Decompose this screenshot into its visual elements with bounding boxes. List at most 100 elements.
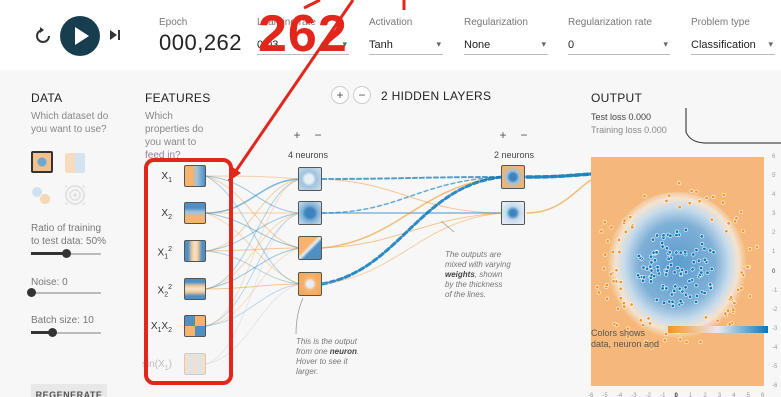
data-point xyxy=(678,250,683,255)
data-point xyxy=(664,198,669,203)
data-point xyxy=(609,225,614,230)
data-point xyxy=(696,258,701,263)
data-point xyxy=(708,282,713,287)
data-point xyxy=(608,272,613,277)
data-point xyxy=(672,270,677,275)
data-point xyxy=(697,199,702,204)
data-point xyxy=(711,250,716,255)
data-point xyxy=(660,244,665,249)
data-point xyxy=(614,323,619,328)
remove-neuron-layer1-button[interactable]: − xyxy=(309,127,327,145)
y-tick-label: 5 xyxy=(772,173,776,180)
x-tick-label: -5 xyxy=(602,393,608,397)
data-point xyxy=(667,250,672,255)
neuron-l2-2[interactable] xyxy=(501,201,525,225)
data-point xyxy=(649,254,654,259)
data-point xyxy=(729,295,734,300)
neuron-l1-4[interactable] xyxy=(298,272,322,296)
data-point xyxy=(641,265,646,270)
outputs-note: The outputs are mixed with varying weigh… xyxy=(445,250,511,299)
color-legend-bar xyxy=(668,326,768,333)
data-point xyxy=(672,288,677,293)
x-tick-label: 2 xyxy=(703,393,707,397)
add-layer-button[interactable]: + xyxy=(331,86,349,104)
data-point xyxy=(655,233,660,238)
layer1-neuron-count: 4 neurons xyxy=(288,150,329,160)
neuron-l1-3[interactable] xyxy=(298,236,322,260)
data-point xyxy=(739,286,744,291)
data-point xyxy=(660,286,665,291)
data-point xyxy=(680,289,685,294)
annotation-box xyxy=(144,158,233,385)
data-point xyxy=(709,266,714,271)
data-point xyxy=(698,266,703,271)
add-neuron-layer1-button[interactable]: + xyxy=(288,127,306,145)
data-point xyxy=(739,209,744,214)
data-point xyxy=(724,229,729,234)
data-point xyxy=(614,268,619,273)
neuron-l1-1[interactable] xyxy=(298,167,322,191)
data-point xyxy=(618,279,623,284)
data-point xyxy=(648,321,653,326)
y-tick-label: 6 xyxy=(772,154,776,160)
data-point xyxy=(655,265,660,270)
data-point xyxy=(603,252,608,257)
data-point xyxy=(617,250,622,255)
neuron-l1-2[interactable] xyxy=(298,201,322,225)
data-point xyxy=(678,271,683,276)
output-heatmap[interactable] xyxy=(591,157,764,386)
data-point xyxy=(687,279,692,284)
data-point xyxy=(660,240,665,245)
main-workspace: DATA Which dataset do you want to use? R… xyxy=(0,0,781,397)
data-point xyxy=(649,268,654,273)
y-tick-label: 2 xyxy=(772,230,776,237)
data-point xyxy=(705,270,710,275)
legend-text: Colors shows data, neuron and xyxy=(591,328,660,349)
x-tick-label: 1 xyxy=(688,393,693,397)
x-tick-label: -6 xyxy=(588,393,594,397)
data-point xyxy=(595,285,600,290)
data-point xyxy=(695,293,700,298)
data-point xyxy=(670,303,675,308)
x-tick-label: 0 xyxy=(674,393,678,397)
data-point xyxy=(699,234,704,239)
data-point xyxy=(691,252,696,257)
data-point xyxy=(703,315,708,320)
data-point xyxy=(678,337,683,342)
data-point xyxy=(653,258,658,263)
data-point xyxy=(641,278,646,283)
data-point xyxy=(732,301,737,306)
x-tick-label: 5 xyxy=(746,393,750,397)
data-point xyxy=(673,284,678,289)
data-point xyxy=(675,229,680,234)
hidden-layers-title: 2 HIDDEN LAYERS xyxy=(381,89,492,103)
data-point xyxy=(602,266,607,271)
remove-neuron-layer2-button[interactable]: − xyxy=(515,127,533,145)
data-point xyxy=(741,228,746,233)
y-tick-label: -6 xyxy=(772,383,778,389)
data-point xyxy=(621,301,626,306)
data-point xyxy=(615,306,620,311)
data-point xyxy=(666,256,671,261)
remove-layer-button[interactable]: − xyxy=(353,86,371,104)
data-point xyxy=(683,250,688,255)
data-point xyxy=(694,189,699,194)
x-tick-label: 6 xyxy=(761,393,765,397)
data-point xyxy=(668,233,673,238)
data-point xyxy=(664,272,669,277)
data-point xyxy=(661,233,666,238)
data-point xyxy=(646,316,651,321)
neuron-l2-1[interactable] xyxy=(501,165,525,189)
y-tick-label: 0 xyxy=(772,268,776,275)
data-point xyxy=(654,250,659,255)
add-neuron-layer2-button[interactable]: + xyxy=(494,127,512,145)
data-point xyxy=(694,283,699,288)
data-point xyxy=(675,266,680,271)
data-point xyxy=(736,287,741,292)
data-point xyxy=(642,275,647,280)
data-point xyxy=(649,260,654,265)
y-tick-label: 4 xyxy=(772,192,776,199)
data-point xyxy=(677,205,682,210)
y-tick-label: 1 xyxy=(772,249,776,256)
data-point xyxy=(665,246,670,251)
